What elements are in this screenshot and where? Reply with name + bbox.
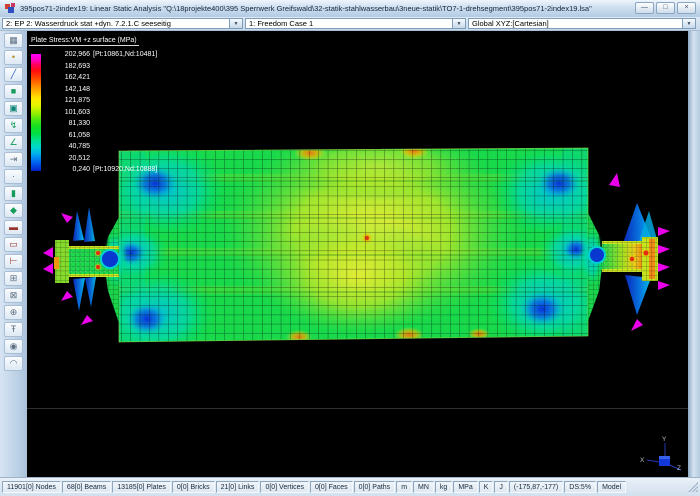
status-unit-energy: J bbox=[494, 481, 508, 493]
mesh-auto-button[interactable]: ⊠ bbox=[4, 288, 23, 303]
mesh-circle-button[interactable]: ⊕ bbox=[4, 305, 23, 320]
status-nodes-count: 11901[0] Nodes bbox=[2, 481, 61, 493]
status-cursor-coords: (-175,87,-177) bbox=[509, 481, 563, 493]
link-select-button[interactable]: ↯ bbox=[4, 118, 23, 133]
status-display-scale: DS:5% bbox=[564, 481, 596, 493]
legend-value: 121,875 bbox=[44, 95, 90, 107]
window-border-right bbox=[688, 31, 700, 477]
legend-value: 61,058 bbox=[44, 130, 90, 142]
plate-tool-button[interactable]: ◆ bbox=[4, 203, 23, 218]
result-case-dropdown[interactable]: 2: EP 2: Wasserdruck stat +dyn. 7.2.1.C … bbox=[2, 18, 243, 29]
brick-select-button[interactable]: ▣ bbox=[4, 101, 23, 116]
case-toolbar: 2: EP 2: Wasserdruck stat +dyn. 7.2.1.C … bbox=[0, 17, 700, 31]
legend-value: 101,603 bbox=[44, 107, 90, 119]
attachment-button[interactable]: Ŧ bbox=[4, 322, 23, 337]
pressure-load-button[interactable]: ▭ bbox=[4, 237, 23, 252]
legend-min-value: 0,240 bbox=[44, 164, 90, 176]
chevron-down-icon[interactable]: ▼ bbox=[229, 19, 242, 28]
entity-toolbar: ▦ • ╱ ■ ▣ ↯ ∠ ⇥ · ▮ ◆ ▬ ▭ ⊢ ⊞ ⊠ ⊕ Ŧ ◉ ◠ bbox=[0, 31, 27, 477]
status-plates-count: 13185[0] Plates bbox=[112, 481, 171, 493]
coord-system-value: Global XYZ:[Cartesian] bbox=[469, 19, 682, 28]
freedom-case-value: 1: Freedom Case 1 bbox=[246, 19, 452, 28]
legend-value: 81,330 bbox=[44, 118, 90, 130]
load-patch-button[interactable]: ▬ bbox=[4, 220, 23, 235]
axis-triad: Y X Z bbox=[635, 429, 685, 471]
chevron-down-icon[interactable]: ▼ bbox=[682, 19, 695, 28]
status-bricks-count: 0[0] Bricks bbox=[172, 481, 215, 493]
legend-values: 202,966[Pt:10861,Nd:10481] 182,693 162,4… bbox=[44, 49, 157, 176]
select-marquee-button[interactable]: ▦ bbox=[4, 33, 23, 48]
status-unit-length: m bbox=[396, 481, 412, 493]
legend-max-value: 202,966 bbox=[44, 49, 90, 61]
resize-grip[interactable] bbox=[688, 482, 698, 492]
beam-select-button[interactable]: ╱ bbox=[4, 67, 23, 82]
titlebar: 395pos71-2index19: Linear Static Analysi… bbox=[0, 0, 700, 17]
maximize-button[interactable]: □ bbox=[656, 2, 675, 14]
status-mode: Model bbox=[597, 481, 626, 493]
coord-system-dropdown[interactable]: Global XYZ:[Cartesian] ▼ bbox=[468, 18, 696, 29]
window-title: 395pos71-2index19: Linear Static Analysi… bbox=[20, 4, 620, 13]
arc-tool-button[interactable]: ◠ bbox=[4, 356, 23, 371]
legend-title: Plate Stress:VM +z surface (MPa) bbox=[29, 37, 139, 46]
close-button[interactable]: × bbox=[677, 2, 696, 14]
axis-x-label: X bbox=[640, 457, 645, 464]
brick-tool-button[interactable]: ▮ bbox=[4, 186, 23, 201]
main-plate-contour[interactable] bbox=[99, 131, 612, 359]
restraint-button[interactable]: ⊢ bbox=[4, 254, 23, 269]
app-window: 395pos71-2index19: Linear Static Analysi… bbox=[0, 0, 700, 496]
status-unit-stress: MPa bbox=[453, 481, 477, 493]
freedom-case-dropdown[interactable]: 1: Freedom Case 1 ▼ bbox=[245, 18, 466, 29]
status-unit-mass: kg bbox=[435, 481, 452, 493]
legend-value: 182,693 bbox=[44, 61, 90, 73]
app-logo-icon bbox=[5, 3, 16, 14]
status-vertices-count: 0[0] Vertices bbox=[260, 481, 309, 493]
legend-value: 20,512 bbox=[44, 153, 90, 165]
legend-value: 40,785 bbox=[44, 141, 90, 153]
vertex-select-button[interactable]: ∠ bbox=[4, 135, 23, 150]
legend-min-location: [Pt:10920,Nd:10888] bbox=[93, 164, 157, 176]
viewport-divider bbox=[27, 408, 688, 409]
target-node-button[interactable]: ◉ bbox=[4, 339, 23, 354]
axis-y-label: Y bbox=[662, 436, 667, 443]
point-button[interactable]: · bbox=[4, 169, 23, 184]
result-case-value: 2: EP 2: Wasserdruck stat +dyn. 7.2.1.C … bbox=[3, 19, 229, 28]
right-trunnion[interactable] bbox=[580, 173, 670, 331]
status-beams-count: 68[0] Beams bbox=[62, 481, 111, 493]
minimize-button[interactable]: — bbox=[635, 2, 654, 14]
legend-value: 162,421 bbox=[44, 72, 90, 84]
window-controls: — □ × bbox=[635, 2, 696, 14]
model-viewport[interactable]: Plate Stress:VM +z surface (MPa) 202,966… bbox=[27, 31, 688, 477]
status-bar: 11901[0] Nodes 68[0] Beams 13185[0] Plat… bbox=[0, 477, 700, 496]
status-unit-force: MN bbox=[413, 481, 434, 493]
status-unit-temp: K bbox=[479, 481, 494, 493]
plate-select-button[interactable]: ■ bbox=[4, 84, 23, 99]
grid-button[interactable]: ⊞ bbox=[4, 271, 23, 286]
legend-colorbar bbox=[31, 54, 41, 171]
status-links-count: 21[0] Links bbox=[216, 481, 260, 493]
jump-entity-button[interactable]: ⇥ bbox=[4, 152, 23, 167]
left-trunnion[interactable] bbox=[43, 207, 127, 325]
status-paths-count: 0[0] Paths bbox=[354, 481, 396, 493]
legend-value: 142,148 bbox=[44, 84, 90, 96]
contour-legend: Plate Stress:VM +z surface (MPa) 202,966… bbox=[29, 37, 157, 176]
axis-z-label: Z bbox=[677, 465, 681, 471]
chevron-down-icon[interactable]: ▼ bbox=[452, 19, 465, 28]
node-select-button[interactable]: • bbox=[4, 50, 23, 65]
legend-max-location: [Pt:10861,Nd:10481] bbox=[93, 49, 157, 61]
status-faces-count: 0[0] Faces bbox=[310, 481, 353, 493]
